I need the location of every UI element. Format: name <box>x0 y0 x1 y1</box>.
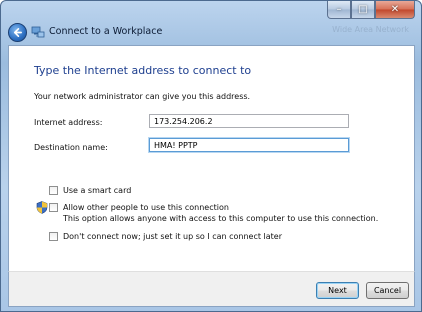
close-button[interactable]: ✕ <box>375 1 415 19</box>
next-button[interactable]: Next <box>316 282 359 299</box>
network-connection-icon <box>31 26 45 38</box>
wizard-window: – □ ✕ Connect to a Workplace Wide Area N… <box>0 0 422 312</box>
smart-card-label: Use a smart card <box>63 186 132 195</box>
back-arrow-icon <box>13 28 22 37</box>
destination-name-input[interactable]: HMA! PPTP <box>149 138 349 152</box>
back-button[interactable] <box>8 23 27 42</box>
maximize-icon: □ <box>358 4 368 15</box>
destination-name-label: Destination name: <box>34 143 108 152</box>
internet-address-label: Internet address: <box>34 118 103 127</box>
window-controls: – □ ✕ <box>327 1 415 19</box>
page-heading: Type the Internet address to connect to <box>34 64 252 77</box>
close-icon: ✕ <box>390 4 400 15</box>
minimize-icon: – <box>336 4 342 15</box>
smart-card-checkbox[interactable] <box>49 186 58 195</box>
page-instructions: Your network administrator can give you … <box>34 92 251 101</box>
wizard-content: Type the Internet address to connect to … <box>8 45 415 272</box>
internet-address-input[interactable]: 173.254.206.2 <box>149 114 349 128</box>
dont-connect-option[interactable]: Don't connect now; just set it up so I c… <box>49 232 282 241</box>
cancel-button[interactable]: Cancel <box>366 282 409 299</box>
title-bar[interactable]: – □ ✕ <box>1 1 421 21</box>
allow-others-description: This option allows anyone with access to… <box>63 214 379 223</box>
window-title: Connect to a Workplace <box>49 26 163 37</box>
button-bar: Next Cancel <box>8 271 415 307</box>
allow-others-option[interactable]: Allow other people to use this connectio… <box>49 203 229 212</box>
allow-others-checkbox[interactable] <box>49 203 58 212</box>
dont-connect-checkbox[interactable] <box>49 232 58 241</box>
smart-card-option[interactable]: Use a smart card <box>49 186 131 195</box>
uac-shield-icon <box>36 201 48 214</box>
dont-connect-label: Don't connect now; just set it up so I c… <box>63 232 283 241</box>
background-caption: Wide Area Network <box>332 25 409 34</box>
minimize-button[interactable]: – <box>327 1 351 19</box>
maximize-button[interactable]: □ <box>351 1 375 19</box>
allow-others-label: Allow other people to use this connectio… <box>63 203 229 212</box>
